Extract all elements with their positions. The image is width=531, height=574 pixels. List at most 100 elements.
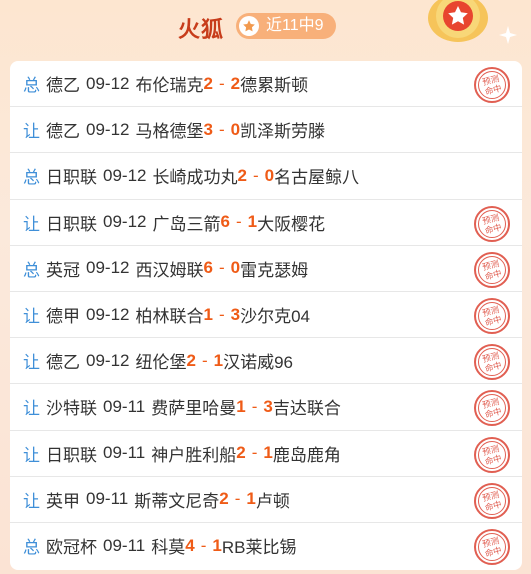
away-team: 德累斯顿 [240,76,309,96]
match-row[interactable]: 总英冠 09-12 西汉姆联 6-0 雷克瑟姆 预测 命中 [10,246,522,292]
home-score: 1 [203,304,213,324]
prediction-list: 总德乙 09-12 布伦瑞克 2-2 德累斯顿 预测 命中让德乙 09-12 马格德堡 3-0 凯泽… [10,61,522,570]
match-date: 09-12 [86,258,130,278]
home-team: 广岛三箭 [152,214,221,234]
home-score: 6 [203,258,213,278]
league-name: 英冠 [46,260,80,280]
match-row[interactable]: 让德甲 09-12 柏林联合 1-3 沙尔克04 预测 命中 [10,292,522,339]
score-separator: - [251,443,258,463]
match-info: 让英甲 09-11 斯蒂文尼奇 2-1 卢顿 [23,477,290,522]
bet-type-tag: 总 [23,168,40,188]
league-name: 日职联 [46,214,97,234]
home-score: 2 [236,443,246,463]
star-icon [239,16,259,36]
home-team: 科莫 [151,538,186,558]
away-score: 2 [230,73,241,93]
match-row[interactable]: 让英甲 09-11 斯蒂文尼奇 2-1 卢顿 预测 命中 [10,477,522,523]
home-score: 3 [203,119,213,139]
home-team: 神户胜利船 [151,445,237,465]
away-team: 名古屋鲸八 [274,168,360,188]
score-separator: - [218,73,225,93]
score-separator: - [234,489,241,509]
prediction-hit-stamp: 预测命中 [474,297,510,334]
expert-name[interactable]: 火狐 [178,12,224,44]
score-separator: - [201,350,208,370]
score-separator: - [251,396,258,416]
match-info: 总日职联 09-12 长崎成功丸 2-0 名古屋鲸八 [23,153,359,198]
home-team: 马格德堡 [135,122,204,142]
score-separator: - [252,165,259,185]
match-row[interactable]: 总德乙 09-12 布伦瑞克 2-2 德累斯顿 预测 命中 [10,61,522,108]
medal-icon [428,0,488,42]
away-team: 凯泽斯劳滕 [240,122,326,142]
away-score: 1 [247,212,258,232]
prediction-hit-stamp: 预测命中 [474,436,510,473]
match-date: 09-12 [103,212,147,232]
bet-type-tag: 让 [23,399,40,419]
home-score: 6 [220,212,230,232]
away-score: 1 [246,489,256,509]
prediction-hit-stamp: 预测命中 [474,251,510,288]
league-name: 德乙 [46,353,80,373]
home-team: 斯蒂文尼奇 [134,491,220,511]
away-team: 沙尔克04 [240,307,311,327]
away-score: 3 [230,304,241,324]
match-row[interactable]: 让日职联 09-12 广岛三箭 6-1 大阪樱花 预测 命中 [10,200,522,246]
league-name: 欧冠杯 [46,538,97,558]
match-date: 09-12 [86,73,130,93]
prediction-hit-stamp: 预测命中 [474,67,510,103]
bet-type-tag: 让 [23,307,40,327]
match-date: 09-12 [86,304,130,324]
league-name: 日职联 [46,168,97,188]
match-date: 09-12 [86,119,130,139]
home-score: 1 [236,396,246,416]
match-info: 总欧冠杯 09-11 科莫 4-1 RB莱比锡 [23,523,296,569]
bet-type-tag: 让 [23,445,40,465]
header: 火狐 近11中9 [0,0,531,56]
match-date: 09-11 [103,535,146,555]
match-info: 让德乙 09-12 马格德堡 3-0 凯泽斯劳滕 [23,107,325,152]
match-row[interactable]: 总欧冠杯 09-11 科莫 4-1 RB莱比锡 预测 命中 [10,523,522,569]
match-row[interactable]: 总日职联 09-12 长崎成功丸 2-0 名古屋鲸八 [10,153,522,200]
home-score: 2 [203,73,213,93]
prediction-hit-stamp: 预测命中 [474,344,510,381]
home-team: 费萨里哈曼 [151,399,237,419]
prediction-hit-stamp: 预测命中 [474,528,510,565]
match-info: 总英冠 09-12 西汉姆联 6-0 雷克瑟姆 [23,246,308,291]
away-team: 汉诺威96 [223,353,294,373]
prediction-hit-stamp: 预测命中 [474,482,510,519]
bet-type-tag: 总 [23,76,40,96]
away-team: 大阪樱花 [257,214,326,234]
match-info: 让德乙 09-12 纽伦堡 2-1 汉诺威96 [23,338,293,383]
match-row[interactable]: 让德乙 09-12 纽伦堡 2-1 汉诺威96 预测 命中 [10,338,522,385]
home-team: 布伦瑞克 [135,76,204,96]
prediction-hit-stamp: 预测命中 [474,390,510,427]
match-info: 让德甲 09-12 柏林联合 1-3 沙尔克04 [23,292,310,337]
match-row[interactable]: 让沙特联 09-11 费萨里哈曼 1-3 吉达联合 预测 命中 [10,384,522,431]
league-name: 德甲 [46,307,80,327]
match-row[interactable]: 让德乙 09-12 马格德堡 3-0 凯泽斯劳滕 [10,107,522,154]
match-info: 让日职联 09-12 广岛三箭 6-1 大阪樱花 [23,200,325,245]
match-date: 09-11 [103,443,146,463]
away-team: 鹿岛鹿角 [272,445,341,465]
home-score: 2 [186,350,196,370]
match-info: 总德乙 09-12 布伦瑞克 2-2 德累斯顿 [23,61,308,106]
score-separator: - [200,535,207,555]
away-score: 1 [212,535,222,555]
bet-type-tag: 让 [23,122,40,142]
away-score: 0 [230,258,241,278]
match-date: 09-11 [103,396,146,416]
match-date: 09-12 [86,350,130,370]
away-team: 雷克瑟姆 [240,260,309,280]
bet-type-tag: 让 [23,214,40,234]
away-score: 0 [264,165,275,185]
home-team: 西汉姆联 [135,260,204,280]
home-team: 柏林联合 [135,307,204,327]
bet-type-tag: 总 [23,538,40,558]
league-name: 德乙 [46,76,80,96]
league-name: 德乙 [46,122,80,142]
away-score: 0 [230,119,241,139]
away-team: 卢顿 [255,491,290,511]
match-info: 让沙特联 09-11 费萨里哈曼 1-3 吉达联合 [23,384,341,429]
match-row[interactable]: 让日职联 09-11 神户胜利船 2-1 鹿岛鹿角 预测 命中 [10,431,522,477]
